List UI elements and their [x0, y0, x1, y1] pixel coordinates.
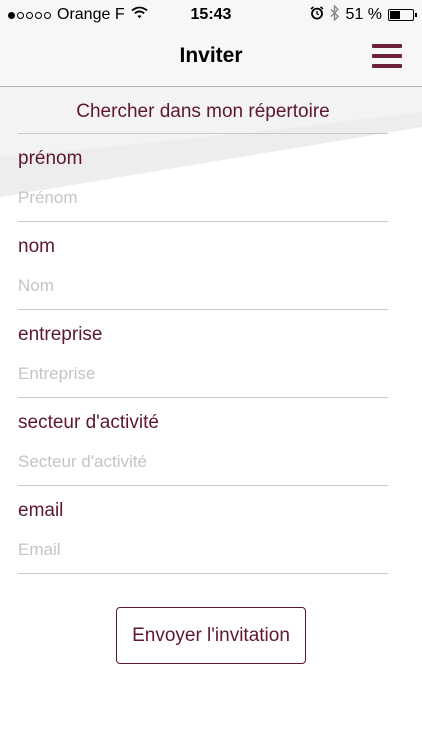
sector-label: secteur d'activité [18, 412, 159, 433]
first-name-label: prénom [18, 148, 83, 169]
form-divider [18, 573, 388, 574]
battery-icon [388, 9, 417, 21]
status-right: 51 % [310, 3, 417, 26]
company-input[interactable] [18, 364, 388, 384]
status-bar: Orange F 15:43 51 % [0, 0, 422, 30]
page-title: Inviter [179, 44, 243, 67]
hamburger-menu-icon[interactable] [372, 44, 402, 68]
last-name-input[interactable] [18, 276, 388, 296]
search-directory-link[interactable]: Chercher dans mon répertoire [18, 101, 388, 123]
company-label: entreprise [18, 324, 103, 345]
invite-form: prénom nom entreprise secteur d'activité… [18, 133, 388, 574]
sector-field: secteur d'activité [18, 397, 388, 485]
email-input[interactable] [18, 540, 388, 560]
last-name-label: nom [18, 236, 55, 257]
email-field: email [18, 485, 388, 573]
first-name-input[interactable] [18, 188, 388, 208]
bluetooth-icon [330, 3, 340, 26]
send-invitation-button[interactable]: Envoyer l'invitation [116, 607, 306, 664]
sector-input[interactable] [18, 452, 388, 472]
alarm-icon [310, 5, 324, 25]
email-label: email [18, 500, 64, 521]
company-field: entreprise [18, 309, 388, 397]
battery-fill [390, 11, 401, 19]
last-name-field: nom [18, 221, 388, 309]
navigation-bar: Inviter [0, 30, 422, 87]
battery-percent: 51 % [345, 6, 382, 23]
first-name-field: prénom [18, 133, 388, 221]
